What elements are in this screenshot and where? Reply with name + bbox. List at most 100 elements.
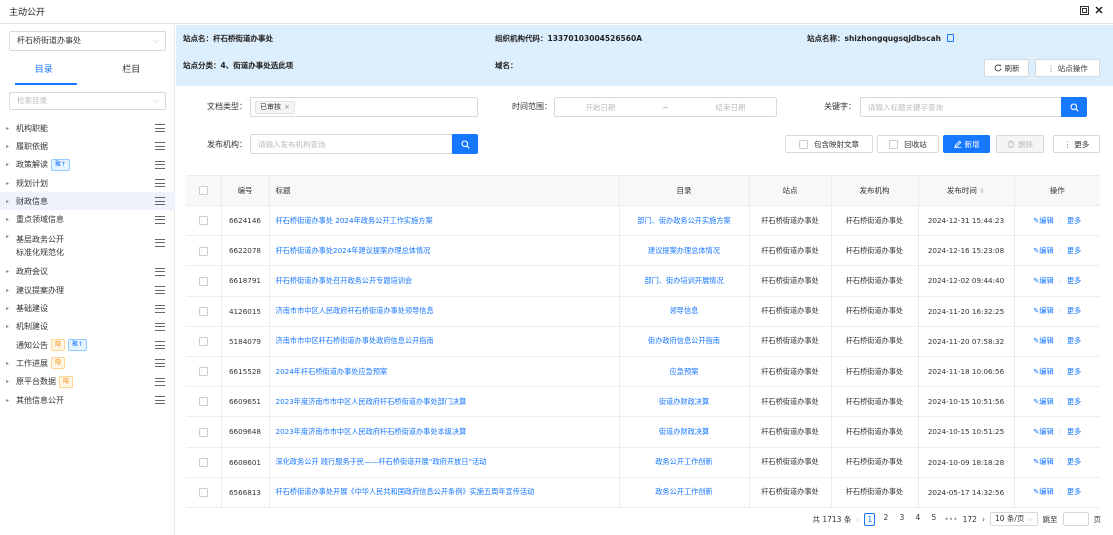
edit-link[interactable]: ✎编辑 bbox=[1033, 306, 1053, 315]
list-menu-icon[interactable] bbox=[155, 160, 165, 169]
sidebar-item[interactable]: ▸ 规划计划 bbox=[0, 174, 175, 192]
caret-right-icon[interactable]: ▸ bbox=[6, 360, 16, 367]
cell-title-link[interactable]: 2023年度济南市市中区人民政府杆石桥街道办事处部门决算 bbox=[268, 386, 619, 418]
edit-link[interactable]: ✎编辑 bbox=[1033, 276, 1053, 285]
row-checkbox[interactable] bbox=[198, 306, 208, 316]
sidebar-item[interactable]: 通知公告隐聚↑ bbox=[0, 336, 175, 354]
cell-catalog-link[interactable]: 街办政府信息公开指南 bbox=[618, 326, 749, 357]
checkbox[interactable] bbox=[799, 139, 808, 149]
cell-title-link[interactable]: 杆石桥街道办事处开展《中华人民共和国政府信息公开条例》实施五周年宣传活动 bbox=[268, 477, 619, 508]
sidebar-item[interactable]: ▸ 机制建设 bbox=[0, 318, 175, 336]
refresh-button[interactable]: 刷新 bbox=[984, 59, 1029, 77]
publisher-search-button[interactable] bbox=[452, 134, 478, 154]
list-menu-icon[interactable] bbox=[155, 396, 165, 404]
more-link[interactable]: 更多 bbox=[1067, 306, 1081, 315]
more-link[interactable]: 更多 bbox=[1067, 427, 1081, 436]
list-menu-icon[interactable] bbox=[155, 341, 165, 350]
caret-right-icon[interactable]: ▸ bbox=[6, 378, 16, 385]
edit-link[interactable]: ✎编辑 bbox=[1033, 216, 1053, 225]
caret-right-icon[interactable]: ▸ bbox=[6, 125, 16, 132]
caret-right-icon[interactable]: ▸ bbox=[6, 216, 16, 223]
row-checkbox[interactable] bbox=[198, 246, 208, 256]
list-menu-icon[interactable] bbox=[155, 197, 165, 206]
list-menu-icon[interactable] bbox=[155, 377, 165, 386]
row-checkbox[interactable] bbox=[198, 367, 208, 377]
row-checkbox[interactable] bbox=[198, 276, 208, 286]
caret-right-icon[interactable]: ▸ bbox=[6, 233, 16, 240]
page-number[interactable]: 4 bbox=[912, 513, 923, 526]
cell-title-link[interactable]: 2023年度济南市市中区人民政府杆石桥街道办事处本级决算 bbox=[268, 416, 619, 448]
table-row[interactable]: 6618791 杆石桥街道办事处召开政务公开专题培训会 部门、街办培训开展情况 杆石桥… bbox=[186, 265, 1100, 297]
edit-link[interactable]: ✎编辑 bbox=[1033, 397, 1053, 406]
delete-button[interactable]: 删除 bbox=[996, 135, 1044, 153]
caret-right-icon[interactable]: ▸ bbox=[6, 143, 16, 150]
list-menu-icon[interactable] bbox=[155, 238, 165, 247]
cell-catalog-link[interactable]: 政务公开工作创新 bbox=[618, 477, 749, 508]
keyword-search-button[interactable] bbox=[1061, 97, 1087, 117]
edit-link[interactable]: ✎编辑 bbox=[1033, 367, 1053, 376]
row-checkbox[interactable] bbox=[198, 337, 208, 347]
sidebar-item[interactable]: ▸ 其他信息公开 bbox=[0, 391, 175, 409]
date-range-picker[interactable]: 开始日期 ~ 结束日期 bbox=[554, 97, 777, 117]
sidebar-item[interactable]: ▸ 履职依据 bbox=[0, 137, 175, 155]
list-menu-icon[interactable] bbox=[155, 267, 165, 276]
sidebar-item[interactable]: ▸ 政策解读 聚↑ bbox=[0, 156, 175, 174]
keyword-input[interactable]: 请输入标题关键字查询 bbox=[860, 97, 1062, 117]
row-checkbox[interactable] bbox=[198, 488, 208, 498]
tab-catalog[interactable]: 目录 bbox=[0, 59, 88, 85]
table-row[interactable]: 6615528 2024年杆石桥街道办事处应急预案 应急预案 杆石桥街道办事处 杆石桥街… bbox=[186, 356, 1100, 388]
row-checkbox[interactable] bbox=[198, 427, 208, 437]
include-mapped-checkbox[interactable]: 包含映射文章 bbox=[785, 135, 873, 153]
sidebar-item[interactable]: ▸ 重点领域信息 bbox=[0, 210, 175, 228]
close-icon[interactable] bbox=[1095, 6, 1103, 18]
list-menu-icon[interactable] bbox=[155, 142, 165, 151]
list-menu-icon[interactable] bbox=[155, 322, 165, 331]
select-all-checkbox[interactable] bbox=[198, 186, 208, 196]
cell-title-link[interactable]: 深化政务公开 践行服务于民——杆石桥街道开展“政府开放日”活动 bbox=[268, 447, 619, 478]
list-menu-icon[interactable] bbox=[155, 179, 165, 188]
cell-catalog-link[interactable]: 部门、街办政务公开实施方案 bbox=[618, 205, 749, 237]
page-last[interactable]: 172 bbox=[963, 515, 977, 524]
row-checkbox[interactable] bbox=[198, 457, 208, 467]
table-row[interactable]: 4126015 济南市市中区人民政府杆石桥街道办事处领导信息 领导信息 杆石桥街道办事… bbox=[186, 296, 1100, 327]
sort-icon[interactable]: ⇕ bbox=[979, 187, 985, 195]
table-row[interactable]: 6566813 杆石桥街道办事处开展《中华人民共和国政府信息公开条例》实施五周年宣… bbox=[186, 477, 1100, 508]
page-number[interactable]: 3 bbox=[896, 513, 907, 526]
cell-catalog-link[interactable]: 领导信息 bbox=[618, 296, 749, 327]
cell-catalog-link[interactable]: 街道办财政决算 bbox=[618, 416, 749, 448]
doc-type-select[interactable]: 已审核 × bbox=[250, 97, 478, 117]
table-row[interactable]: 6609648 2023年度济南市市中区人民政府杆石桥街道办事处本级决算 街道办财政… bbox=[186, 416, 1100, 448]
sidebar-item[interactable]: ▸ 机构职能 bbox=[0, 119, 175, 137]
page-number[interactable]: 5 bbox=[928, 513, 939, 526]
sidebar-item[interactable]: ▸ 原平台数据隐 bbox=[0, 373, 175, 391]
col-header-date[interactable]: 发布时间 ⇕ bbox=[917, 175, 1014, 206]
publisher-input[interactable]: 请输入发布机构查询 bbox=[250, 134, 453, 154]
more-link[interactable]: 更多 bbox=[1067, 216, 1081, 225]
cell-title-link[interactable]: 济南市市中区人民政府杆石桥街道办事处领导信息 bbox=[268, 296, 619, 327]
table-row[interactable]: 5184079 济南市市中区杆石桥街道办事处政府信息公开指南 街办政府信息公开指南杆… bbox=[186, 326, 1100, 357]
site-select[interactable]: 杆石桥街道办事处 ⌵ bbox=[9, 31, 166, 51]
cell-title-link[interactable]: 杆石桥街道办事处召开政务公开专题培训会 bbox=[268, 265, 619, 297]
more-link[interactable]: 更多 bbox=[1067, 276, 1081, 285]
row-checkbox[interactable] bbox=[198, 216, 208, 226]
edit-link[interactable]: ✎编辑 bbox=[1033, 427, 1053, 436]
maximize-icon[interactable] bbox=[1080, 6, 1089, 18]
per-page-select[interactable]: 10 条/页 ⌵ bbox=[989, 512, 1038, 526]
copy-icon[interactable] bbox=[946, 34, 954, 42]
caret-right-icon[interactable]: ▸ bbox=[6, 323, 16, 330]
sidebar-item[interactable]: ▸ 建议提案办理 bbox=[0, 281, 175, 299]
cell-catalog-link[interactable]: 建议提案办理总体情况 bbox=[618, 235, 749, 267]
row-checkbox[interactable] bbox=[198, 397, 208, 407]
list-menu-icon[interactable] bbox=[155, 359, 165, 368]
page-ellipsis[interactable]: ••• bbox=[944, 515, 957, 524]
more-link[interactable]: 更多 bbox=[1067, 367, 1081, 376]
cell-catalog-link[interactable]: 政务公开工作创新 bbox=[618, 447, 749, 478]
edit-link[interactable]: ✎编辑 bbox=[1033, 246, 1053, 255]
caret-right-icon[interactable]: ▸ bbox=[6, 397, 16, 404]
sidebar-item[interactable]: ▸ 基层政务公开 标准化规范化 bbox=[0, 229, 175, 263]
prev-page-icon[interactable]: ‹ bbox=[856, 515, 859, 524]
more-link[interactable]: 更多 bbox=[1067, 457, 1081, 466]
list-menu-icon[interactable] bbox=[155, 124, 165, 133]
list-menu-icon[interactable] bbox=[155, 304, 165, 313]
list-menu-icon[interactable] bbox=[155, 215, 165, 224]
